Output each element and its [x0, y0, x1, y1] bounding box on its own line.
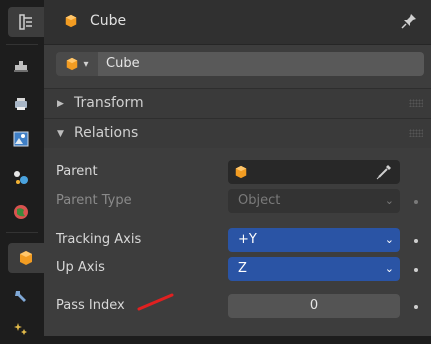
output-icon: [15, 98, 27, 110]
object-browse-button[interactable]: ▾: [56, 52, 98, 76]
drag-grip-icon[interactable]: [409, 99, 423, 107]
chevron-down-icon: ⌄: [384, 262, 394, 275]
output-tab[interactable]: [6, 89, 36, 119]
world-tab[interactable]: [6, 197, 36, 227]
keyframe-dot[interactable]: [414, 200, 418, 204]
transform-panel-header[interactable]: ▶ Transform: [44, 88, 431, 119]
relations-panel-header[interactable]: ▼ Relations: [44, 118, 431, 149]
modifier-icon: [15, 291, 26, 302]
keyframe-dot[interactable]: [414, 305, 418, 309]
object-icon: [20, 251, 32, 265]
object-name: Cube: [90, 13, 127, 29]
chevron-down-icon: ▾: [83, 58, 89, 70]
chevron-down-icon: ⌄: [384, 233, 394, 246]
tracking-axis-value: +Y: [238, 232, 257, 247]
render-tab[interactable]: [6, 51, 36, 81]
particles-icon: [14, 323, 27, 335]
parent-field[interactable]: [228, 160, 400, 184]
properties-editor: Cube ▾ Cube ▶ Transform ▼ Relations Pare…: [44, 0, 431, 336]
up-axis-value: Z: [238, 261, 247, 276]
object-name-field[interactable]: Cube: [98, 52, 424, 76]
parent-type-value: Object: [238, 193, 281, 208]
eyedropper-icon[interactable]: [376, 164, 392, 180]
view-layer-icon: [13, 131, 29, 147]
drag-grip-icon[interactable]: [409, 129, 423, 137]
properties-tab-strip: [0, 0, 44, 336]
cube-icon: [65, 14, 77, 28]
particles-tab[interactable]: [6, 314, 36, 344]
object-tab[interactable]: [8, 243, 44, 273]
keyframe-dot[interactable]: [414, 268, 418, 272]
scene-icon: [14, 171, 28, 184]
cube-icon: [235, 165, 247, 179]
up-axis-label: Up Axis: [56, 260, 105, 275]
pass-index-label: Pass Index: [56, 298, 125, 313]
tracking-axis-dropdown[interactable]: +Y ⌄: [228, 228, 400, 252]
modifier-tab[interactable]: [6, 281, 36, 311]
transform-panel-title: Transform: [74, 95, 144, 111]
pin-icon[interactable]: [401, 13, 417, 29]
tracking-axis-label: Tracking Axis: [56, 232, 142, 247]
scene-tab[interactable]: [6, 162, 36, 192]
parent-type-label: Parent Type: [56, 193, 132, 208]
parent-type-dropdown[interactable]: Object ⌄: [228, 189, 400, 213]
cube-icon: [67, 57, 78, 71]
annotation-underline: [137, 293, 174, 311]
collapsed-arrow-icon: ▶: [57, 99, 64, 109]
tool-settings-icon: [19, 14, 32, 30]
relations-panel-title: Relations: [74, 125, 139, 141]
render-icon: [14, 61, 28, 72]
pass-index-field[interactable]: 0: [228, 294, 400, 318]
relations-panel-body: Parent Parent Type Object ⌄ Tracking Axi…: [44, 148, 431, 336]
view-layer-tab[interactable]: [6, 124, 36, 154]
tool-settings-tab[interactable]: [8, 7, 44, 37]
object-datablock-selector: ▾ Cube: [56, 52, 424, 76]
expanded-arrow-icon: ▼: [57, 129, 64, 139]
chevron-down-icon: ⌄: [384, 194, 394, 207]
parent-label: Parent: [56, 164, 98, 179]
world-icon: [14, 205, 28, 219]
keyframe-dot[interactable]: [414, 239, 418, 243]
up-axis-dropdown[interactable]: Z ⌄: [228, 257, 400, 281]
editor-header: Cube: [44, 0, 431, 45]
